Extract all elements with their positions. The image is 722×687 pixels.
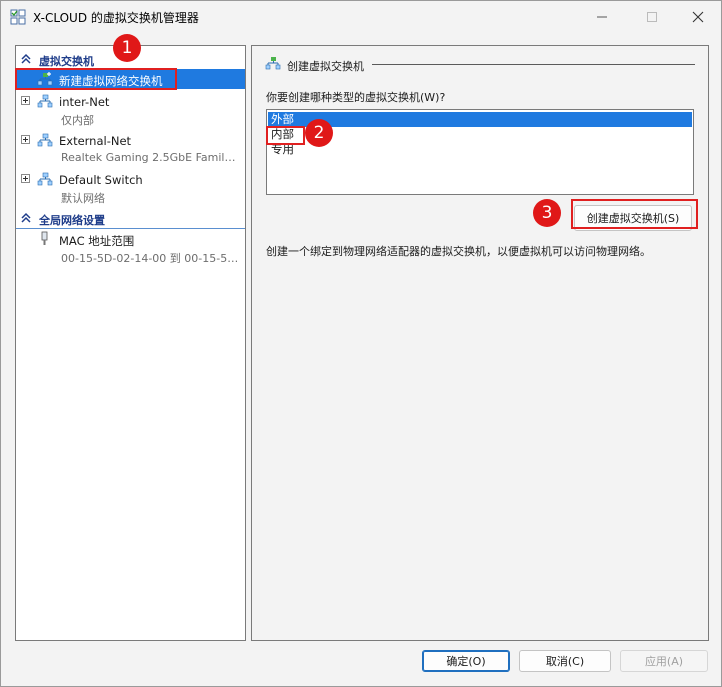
annotation-highlight-1 [15,68,177,90]
tree-item-default-switch[interactable]: Default Switch [16,169,245,189]
tree-item-label: MAC 地址范围 [59,234,135,248]
network-adapter-icon [41,231,48,245]
tree-item-mac-range[interactable]: MAC 地址范围 [16,229,245,249]
close-icon [692,11,704,23]
navigation-pane: 虚拟交换机 新建虚拟网络交换机 inter-Net 仅内部 External-N… [15,45,246,641]
network-switch-icon [37,133,53,147]
annotation-marker-1: 1 [113,34,141,62]
app-icon [10,9,26,25]
apply-button[interactable]: 应用(A) [620,650,708,672]
tree-item-external-net[interactable]: External-Net [16,130,245,150]
cancel-button[interactable]: 取消(C) [519,650,611,672]
switch-type-option-private[interactable]: 专用 [268,142,692,157]
annotation-highlight-2 [266,126,305,145]
tree-item-subtitle: Realtek Gaming 2.5GbE Family C... [61,151,241,164]
annotation-highlight-3 [571,199,698,229]
network-switch-icon [37,94,53,108]
close-button[interactable] [675,1,721,33]
annotation-marker-2: 2 [305,119,333,147]
virtual-switch-manager-window: X-CLOUD 的虚拟交换机管理器 虚拟交换机 新建虚拟网络交换机 inter-… [0,0,722,687]
tree-item-label: inter-Net [59,95,110,109]
annotation-marker-3: 3 [533,199,561,227]
heading-divider [372,64,695,65]
expand-icon[interactable] [21,96,30,105]
tree-item-label: Default Switch [59,173,143,187]
switch-type-prompt: 你要创建哪种类型的虚拟交换机(W)? [266,91,446,104]
switch-type-option-external[interactable]: 外部 [268,112,692,127]
tree-item-label: External-Net [59,134,132,148]
new-switch-icon [265,57,281,70]
expand-icon[interactable] [21,174,30,183]
section-label: 全局网络设置 [39,214,105,227]
tree-item-subtitle: 00-15-5D-02-14-00 到 00-15-5D-... [61,252,241,265]
title-bar: X-CLOUD 的虚拟交换机管理器 [1,1,721,33]
chevron-up-icon [21,212,31,223]
window-title: X-CLOUD 的虚拟交换机管理器 [33,11,199,25]
ok-button[interactable]: 确定(O) [422,650,510,672]
network-switch-icon [37,172,53,186]
minimize-button[interactable] [579,1,625,33]
section-label: 虚拟交换机 [39,55,94,68]
tree-item-inter-net[interactable]: inter-Net [16,91,245,111]
expand-icon[interactable] [21,135,30,144]
maximize-icon [647,12,657,22]
tree-item-subtitle: 仅内部 [61,114,94,127]
switch-type-description: 创建一个绑定到物理网络适配器的虚拟交换机，以便虚拟机可以访问物理网络。 [266,245,651,258]
minimize-icon [597,16,607,18]
chevron-up-icon [21,53,31,64]
tree-item-subtitle: 默认网络 [61,192,105,205]
switch-type-listbox[interactable]: 外部 内部 专用 [266,109,694,195]
maximize-button[interactable] [629,1,675,33]
section-header-global-network[interactable]: 全局网络设置 [16,208,245,229]
details-heading: 创建虚拟交换机 [287,60,364,73]
